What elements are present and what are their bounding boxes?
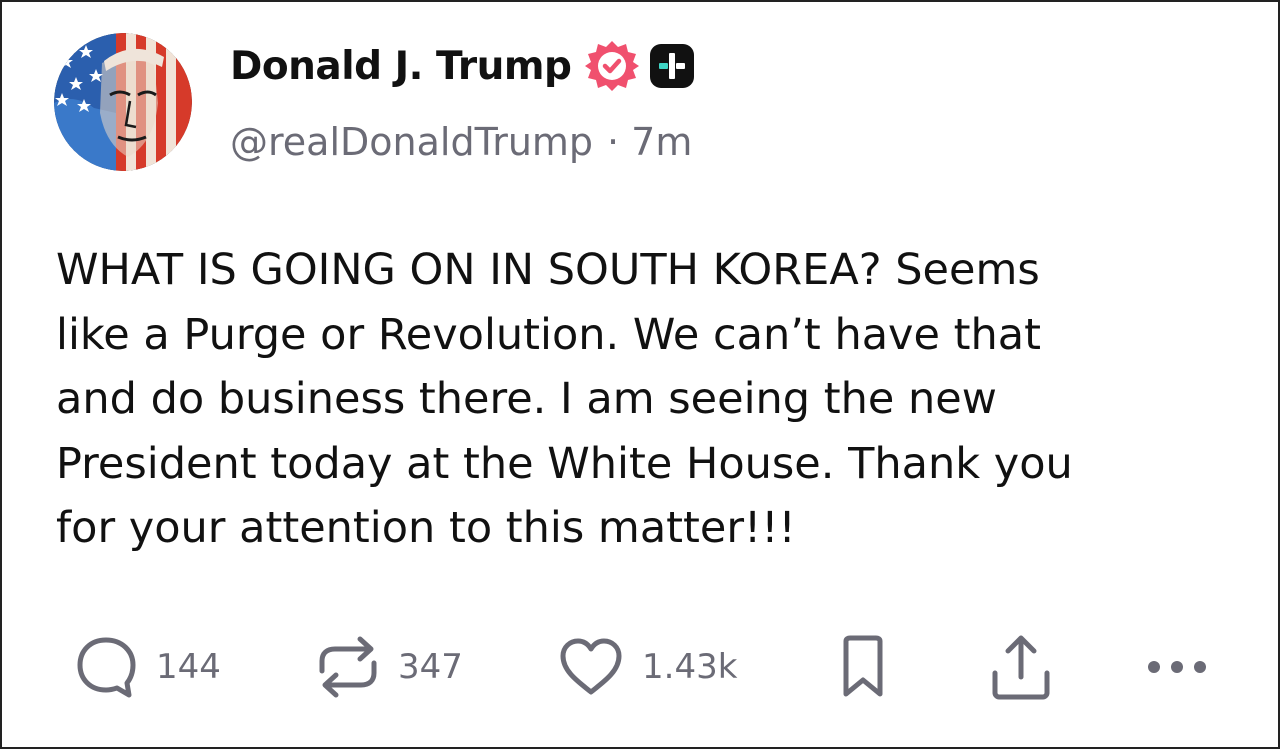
author-handle[interactable]: @realDonaldTrump (230, 120, 593, 164)
post-card: Donald J. Trump @realDonaldTrump · 7m WH… (0, 0, 1280, 749)
post-action-bar: 144 347 1.43k (2, 627, 1280, 707)
reply-count: 144 (156, 647, 221, 687)
post-text-line: President today at the White House. Than… (56, 438, 1073, 489)
post-text-line: WHAT IS GOING ON IN SOUTH KOREA? Seems (56, 245, 1040, 295)
bookmark-button[interactable] (838, 627, 888, 707)
share-button[interactable] (990, 627, 1052, 707)
post-text-line: and do business there. I am seeing the n… (56, 374, 997, 425)
repost-button[interactable]: 347 (316, 627, 463, 707)
author-row: Donald J. Trump (230, 38, 695, 94)
avatar[interactable] (54, 33, 192, 171)
author-display-name[interactable]: Donald J. Trump (230, 44, 572, 89)
post-text-line: like a Purge or Revolution. We can’t hav… (56, 309, 1041, 360)
more-icon (1148, 661, 1206, 673)
repost-count: 347 (398, 647, 463, 687)
post-text-line: for your attention to this matter!!! (56, 503, 796, 554)
repost-icon (319, 636, 377, 698)
post-timestamp[interactable]: 7m (631, 120, 692, 164)
like-button[interactable]: 1.43k (558, 627, 737, 707)
avatar-image (54, 33, 192, 171)
heart-icon (560, 638, 622, 695)
author-meta: @realDonaldTrump · 7m (230, 120, 692, 164)
like-count: 1.43k (642, 647, 738, 687)
plus-badge-icon (650, 44, 695, 88)
reply-button[interactable]: 144 (76, 627, 221, 707)
verified-badge-icon (585, 41, 640, 91)
post-body: WHAT IS GOING ON IN SOUTH KOREA? Seems l… (56, 238, 1246, 561)
bookmark-icon (843, 635, 883, 697)
meta-separator: · (607, 120, 620, 164)
more-options-button[interactable] (1144, 627, 1210, 707)
share-icon (992, 635, 1050, 700)
reply-icon (77, 637, 136, 698)
